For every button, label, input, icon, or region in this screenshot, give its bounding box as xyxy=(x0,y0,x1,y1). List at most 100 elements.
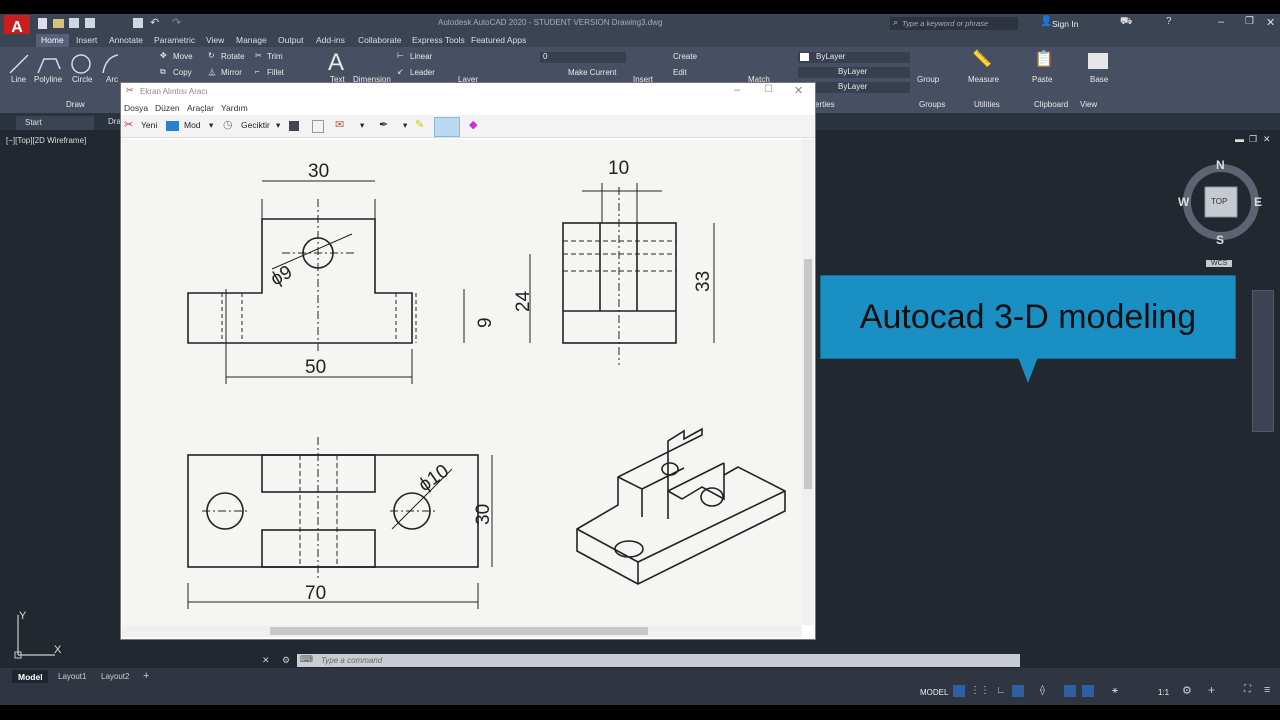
command-settings-icon[interactable]: ⚙ xyxy=(282,655,290,666)
minimize-icon[interactable]: – xyxy=(1218,16,1224,28)
menu-dosya[interactable]: Dosya xyxy=(124,103,148,113)
snap-icon[interactable]: ⋮⋮ xyxy=(970,685,990,696)
viewcube[interactable]: N S W E TOP WCS xyxy=(1178,158,1262,267)
help-icon[interactable]: ? xyxy=(1166,16,1172,27)
tab-collaborate[interactable]: Collaborate xyxy=(358,35,401,45)
line-button[interactable]: Line xyxy=(11,75,26,84)
base-button[interactable]: Base xyxy=(1090,75,1108,84)
tab-add-ins[interactable]: Add-ins xyxy=(316,35,345,45)
fullscreen-icon[interactable]: ⛶ xyxy=(1244,684,1251,695)
tab-view[interactable]: View xyxy=(206,35,224,45)
drawing-tab-label[interactable]: Dra xyxy=(108,117,121,126)
delay-dropdown-icon[interactable]: ▾ xyxy=(276,120,280,131)
delay-button[interactable]: Geciktir xyxy=(241,120,270,130)
search-box[interactable]: ⌕ Type a keyword or phrase xyxy=(890,17,1018,30)
menu-duzen[interactable]: Düzen xyxy=(155,103,180,113)
tab-output[interactable]: Output xyxy=(278,35,304,45)
mirror-button[interactable]: Mirror xyxy=(221,68,242,77)
compass-n[interactable]: N xyxy=(1216,158,1225,172)
pen-dropdown-icon[interactable]: ▾ xyxy=(403,120,407,131)
viewcube-top-face[interactable]: TOP xyxy=(1211,197,1227,206)
color-dropdown[interactable]: ByLayer xyxy=(798,52,910,63)
grid-icon[interactable] xyxy=(953,685,965,697)
mode-button[interactable]: Mod xyxy=(184,120,201,130)
isodraft-icon[interactable]: ⟠ xyxy=(1040,685,1045,696)
tab-annotate[interactable]: Annotate xyxy=(109,35,143,45)
undo-icon[interactable]: ↶ xyxy=(150,16,159,29)
copy-snip-icon[interactable] xyxy=(312,120,324,133)
make-current-button[interactable]: Make Current xyxy=(568,68,616,77)
annotation-icon[interactable]: ⚹ xyxy=(1112,685,1118,696)
save-as-icon[interactable] xyxy=(85,18,95,28)
snip-maximize-icon[interactable]: ☐ xyxy=(764,84,773,95)
add-layout-icon[interactable]: + xyxy=(143,670,149,682)
annotation-scale[interactable]: 1:1 xyxy=(1158,688,1169,697)
trim-button[interactable]: Trim xyxy=(267,52,283,61)
layer-dropdown[interactable]: 0 xyxy=(540,52,626,63)
viewport-restore-icon[interactable]: ❐ xyxy=(1249,134,1257,145)
edit-button[interactable]: Edit xyxy=(673,68,687,77)
clipboard-group-label[interactable]: Clipboard xyxy=(1034,100,1068,109)
paste-button[interactable]: Paste xyxy=(1032,75,1052,84)
tab-insert[interactable]: Insert xyxy=(76,35,97,45)
layout-tab-layout2[interactable]: Layout2 xyxy=(101,672,129,681)
compass-e[interactable]: E xyxy=(1254,195,1262,209)
compass-s[interactable]: S xyxy=(1216,233,1224,247)
draw-group-label[interactable]: Draw xyxy=(66,100,85,109)
paint-icon[interactable]: ◆ xyxy=(469,118,477,131)
menu-yardim[interactable]: Yardım xyxy=(221,103,248,113)
viewport-close-icon[interactable]: ✕ xyxy=(1263,134,1271,145)
cart-icon[interactable]: ⛟ xyxy=(1120,16,1133,29)
ortho-icon[interactable]: ∟ xyxy=(996,685,1006,696)
tab-parametric[interactable]: Parametric xyxy=(154,35,195,45)
osnap-icon[interactable] xyxy=(1064,685,1076,697)
wcs-menu[interactable]: WCS xyxy=(1206,260,1233,267)
plot-icon[interactable] xyxy=(133,18,143,28)
circle-button[interactable]: Circle xyxy=(72,75,92,84)
mode-dropdown-icon[interactable]: ▾ xyxy=(209,120,213,131)
send-dropdown-icon[interactable]: ▾ xyxy=(360,120,364,131)
new-snip-button[interactable]: Yeni xyxy=(141,120,157,130)
linear-button[interactable]: Linear xyxy=(410,52,432,61)
measure-button[interactable]: Measure xyxy=(968,75,999,84)
sign-in-link[interactable]: Sign In xyxy=(1052,19,1078,29)
layout-tab-layout1[interactable]: Layout1 xyxy=(58,672,86,681)
create-button[interactable]: Create xyxy=(673,52,697,61)
snip-vertical-thumb[interactable] xyxy=(804,259,812,489)
groups-group-label[interactable]: Groups xyxy=(919,100,945,109)
open-icon[interactable] xyxy=(53,19,64,28)
move-button[interactable]: Move xyxy=(173,52,193,61)
tab-featured-apps[interactable]: Featured Apps xyxy=(471,35,526,45)
navigation-bar[interactable] xyxy=(1252,290,1274,432)
group-button[interactable]: Group xyxy=(917,75,939,84)
new-icon[interactable] xyxy=(38,18,47,29)
snip-vertical-scrollbar[interactable] xyxy=(802,139,814,625)
snip-close-icon[interactable]: ✕ xyxy=(794,84,803,97)
viewport-minimize-icon[interactable]: ▬ xyxy=(1235,134,1244,144)
snip-horizontal-scrollbar[interactable] xyxy=(122,625,802,637)
polar-icon[interactable] xyxy=(1012,685,1024,697)
start-tab[interactable]: Start xyxy=(16,116,94,130)
compass-w[interactable]: W xyxy=(1178,195,1189,209)
menu-araclar[interactable]: Araçlar xyxy=(187,103,214,113)
command-input[interactable]: Type a command xyxy=(321,656,382,665)
utilities-group-label[interactable]: Utilities xyxy=(974,100,1000,109)
rotate-button[interactable]: Rotate xyxy=(221,52,245,61)
leader-button[interactable]: Leader xyxy=(410,68,435,77)
customize-icon[interactable]: ≡ xyxy=(1264,684,1270,696)
tab-express-tools[interactable]: Express Tools xyxy=(412,35,465,45)
command-line[interactable]: ⌨ Type a command xyxy=(297,654,1020,667)
save-snip-icon[interactable] xyxy=(289,121,299,131)
properties-group-label[interactable]: erties xyxy=(815,100,835,109)
eraser-icon[interactable] xyxy=(434,117,460,137)
fillet-button[interactable]: Fillet xyxy=(267,68,284,77)
redo-icon[interactable]: ↷ xyxy=(172,16,181,29)
model-space-toggle[interactable]: MODEL xyxy=(920,688,948,697)
workspace-gear-icon[interactable]: ⚙ xyxy=(1182,684,1192,697)
highlighter-icon[interactable]: ✎ xyxy=(415,118,424,131)
view-group-label[interactable]: View xyxy=(1080,100,1097,109)
snip-horizontal-thumb[interactable] xyxy=(270,627,648,635)
viewport-controls[interactable]: [−][Top][2D Wireframe] xyxy=(6,136,86,145)
restore-icon[interactable]: ❐ xyxy=(1245,16,1254,27)
arc-button[interactable]: Arc xyxy=(106,75,118,84)
